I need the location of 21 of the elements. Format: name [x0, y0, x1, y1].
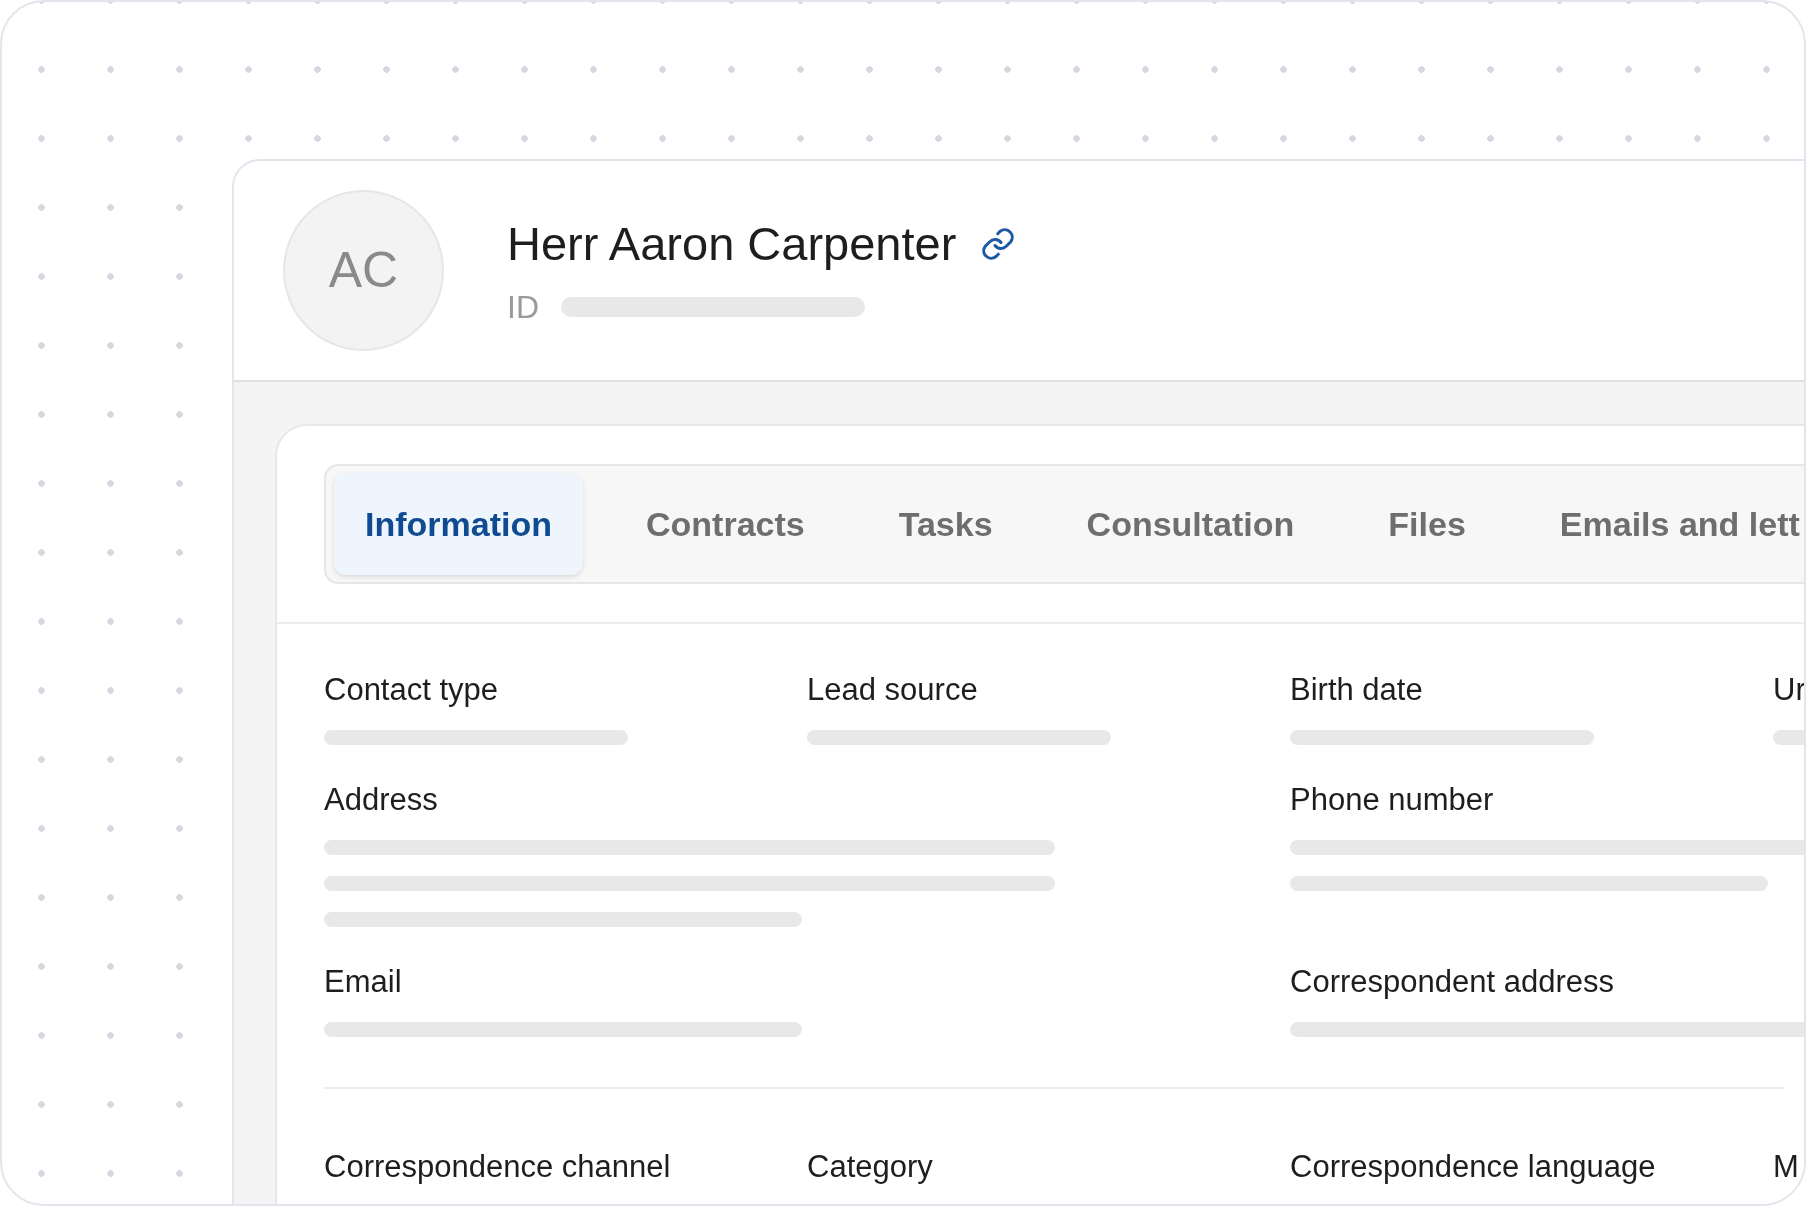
tab[interactable]: Consultation [1055, 473, 1326, 575]
field-label: Correspondence channel [324, 1149, 671, 1185]
field-label: Correspondence language [1290, 1149, 1656, 1185]
field-label: Contact type [324, 672, 499, 708]
tab[interactable]: Information [334, 473, 583, 575]
field-label: Address [324, 782, 438, 818]
field-label: Correspondent address [1290, 964, 1614, 1000]
tab[interactable]: Files [1357, 473, 1497, 575]
tab[interactable]: Emails and lett [1528, 473, 1804, 575]
field-label: Lead source [807, 672, 978, 708]
contact-name: Herr Aaron Carpenter [507, 215, 957, 272]
avatar: AC [283, 190, 444, 351]
link-icon[interactable] [980, 225, 1017, 262]
field-label: Phone number [1290, 782, 1494, 818]
id-label: ID [507, 287, 539, 327]
tab[interactable]: Contracts [615, 473, 836, 575]
field-label: M [1773, 1149, 1799, 1185]
field-label: Email [324, 964, 402, 1000]
field-label: Birth date [1290, 672, 1423, 708]
field-label: Category [807, 1149, 933, 1185]
tab[interactable]: Tasks [867, 473, 1024, 575]
